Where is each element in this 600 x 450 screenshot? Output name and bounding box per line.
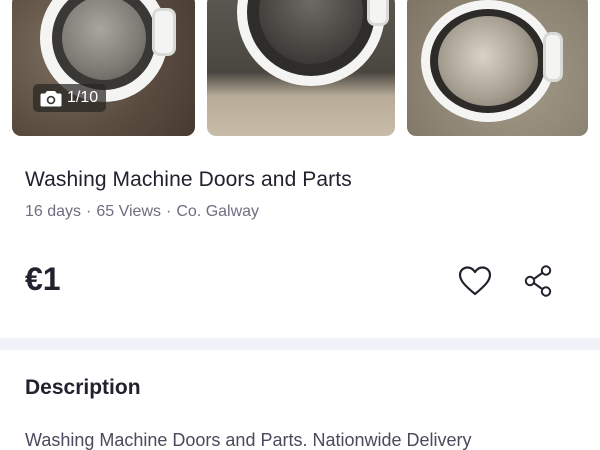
- photo-thumbnail-1[interactable]: 1/10: [12, 0, 195, 136]
- washing-machine-door-image: [421, 0, 563, 122]
- photo-thumbnail-2[interactable]: [207, 0, 395, 136]
- share-icon: [524, 265, 552, 297]
- listing-age: 16 days: [25, 203, 82, 220]
- listing-price: €1: [25, 261, 61, 297]
- photo-thumbnail-3[interactable]: [407, 0, 588, 136]
- description-text: Washing Machine Doors and Parts. Nationw…: [25, 430, 472, 450]
- listing-meta: 16 days · 65 Views · Co. Galway: [25, 203, 259, 221]
- listing-title: Washing Machine Doors and Parts: [25, 168, 352, 191]
- meta-separator: ·: [86, 203, 92, 220]
- listing-page: 1/10 Washing Machine Doors and Parts 16 …: [0, 0, 600, 450]
- photo-counter: 1/10: [33, 84, 107, 112]
- listing-location: Co. Galway: [176, 203, 260, 220]
- description-heading: Description: [25, 376, 141, 399]
- favourite-button[interactable]: [457, 263, 493, 299]
- listing-views: 65 Views: [96, 203, 162, 220]
- heart-icon: [458, 266, 492, 296]
- washing-machine-door-image: [237, 0, 389, 86]
- share-button[interactable]: [520, 263, 556, 299]
- photo-gallery[interactable]: 1/10: [0, 0, 600, 136]
- camera-icon: [40, 90, 62, 106]
- meta-separator: ·: [166, 203, 172, 220]
- section-divider: [0, 338, 600, 350]
- photo-counter-text: 1/10: [67, 89, 99, 106]
